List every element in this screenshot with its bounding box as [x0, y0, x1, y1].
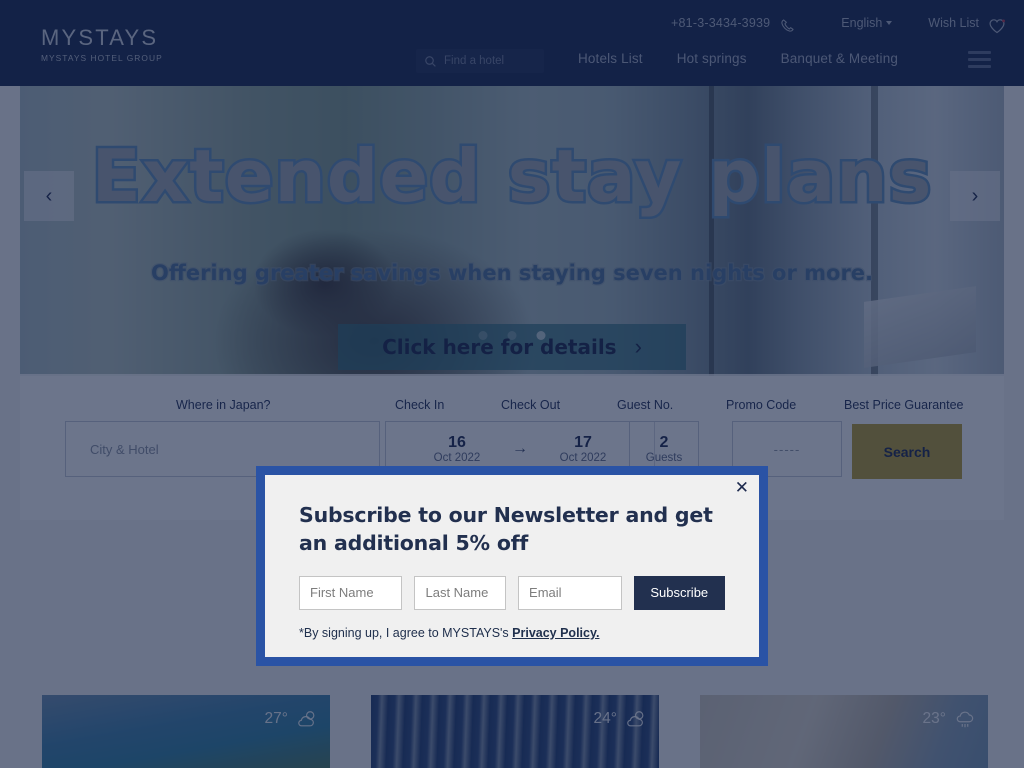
fine-print-text: *By signing up, I agree to MYSTAYS's	[299, 625, 513, 640]
last-name-field[interactable]: Last Name	[414, 575, 507, 610]
newsletter-modal-body: ✕ Subscribe to our Newsletter and get an…	[265, 475, 759, 657]
first-name-field[interactable]: First Name	[299, 575, 403, 610]
email-placeholder-text: Email	[529, 585, 562, 601]
newsletter-modal: ✕ Subscribe to our Newsletter and get an…	[256, 466, 768, 666]
newsletter-modal-title: Subscribe to our Newsletter and get an a…	[299, 503, 713, 556]
first-name-placeholder-text: First Name	[310, 585, 374, 601]
close-icon[interactable]: ✕	[735, 479, 749, 496]
newsletter-fine-print: *By signing up, I agree to MYSTAYS's Pri…	[299, 626, 725, 640]
subscribe-button[interactable]: Subscribe	[633, 575, 725, 610]
last-name-placeholder-text: Last Name	[425, 585, 489, 601]
email-field[interactable]: Email	[518, 575, 622, 610]
privacy-policy-link[interactable]: Privacy Policy.	[512, 626, 599, 640]
page-root: MYSTAYS MYSTAYS HOTEL GROUP +81-3-3434-3…	[0, 0, 1024, 768]
newsletter-form: First Name Last Name Email Subscribe	[299, 575, 725, 610]
